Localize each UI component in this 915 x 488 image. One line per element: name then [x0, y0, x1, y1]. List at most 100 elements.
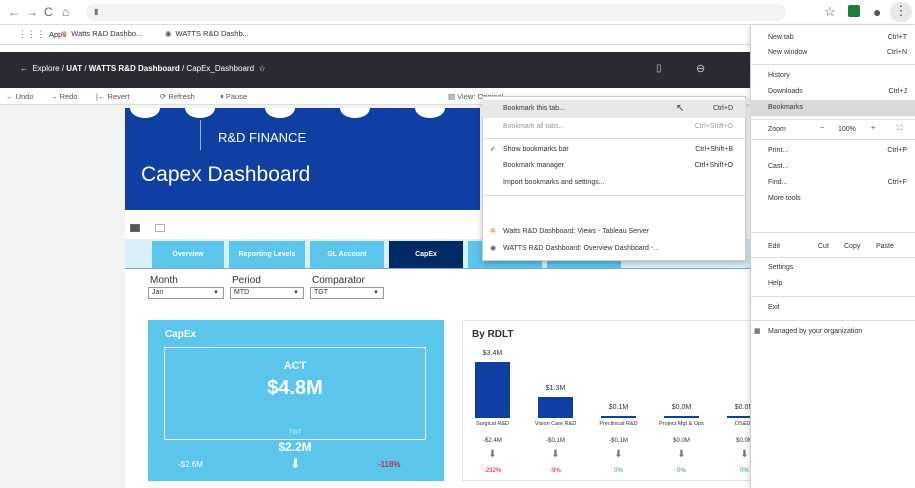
bookmark-label: Watts R&D Dashbo... [71, 29, 143, 38]
bookmark-link-item[interactable]: ✲ Watts R&D Dashboard: Views - Tableau S… [482, 223, 746, 241]
tab-overview[interactable]: Overview [152, 241, 224, 268]
menu-item-label: Bookmarks [768, 104, 804, 111]
tableau-icon: ✲ [490, 228, 496, 235]
menu-item-shortcut: Ctrl+Shift+B [695, 146, 733, 153]
menu-item-label: Print... [768, 147, 789, 154]
rdlt-bar[interactable] [601, 416, 636, 418]
pause-label: Pause [225, 92, 248, 101]
import-bookmarks-item[interactable]: Import bookmarks and settings... [482, 174, 746, 192]
comparator-filter-label: Comparator [312, 275, 365, 286]
menu-item-label: More tools [768, 195, 801, 202]
rdlt-bar-value-label: $0.0M [671, 404, 692, 411]
revert-button[interactable]: |← Revert [96, 92, 130, 101]
zoom-in-button[interactable]: + [871, 125, 875, 132]
tgt-value: $2.2M [278, 440, 312, 454]
period-filter-select[interactable]: MTD ▼ [230, 287, 304, 299]
breadcrumb-dashboard[interactable]: WATTS R&D Dashboard [89, 64, 180, 73]
menu-item-label: Bookmark all tabs... [503, 123, 565, 130]
rdlt-variance-percent: 0% [614, 468, 623, 474]
rdlt-bar[interactable] [538, 396, 573, 418]
banner-decoration [265, 108, 295, 118]
variance-value: -$2.6M [178, 460, 203, 469]
header-banner [125, 108, 480, 210]
menu-settings[interactable]: Settings [750, 260, 915, 276]
favorite-star-icon[interactable]: ☆ [258, 64, 265, 73]
menu-item-label: Help [768, 280, 783, 287]
device-icon[interactable]: ▯ [656, 63, 662, 74]
home-button[interactable]: ⌂ [62, 4, 69, 20]
redo-button[interactable]: → Redo [50, 92, 78, 101]
bookmark-link-item[interactable]: ◉ WATTS R&D Dashboard: Overview Dashboar… [482, 240, 746, 258]
refresh-label: Refresh [168, 92, 195, 101]
back-arrow-icon[interactable]: ← [20, 64, 28, 73]
star-icon[interactable]: ☆ [824, 3, 836, 21]
revert-label: Revert [107, 92, 130, 101]
back-button[interactable]: ← [8, 4, 20, 20]
tab-reporting-levels[interactable]: Reporting Levels [229, 241, 305, 268]
menu-item-shortcut: Ctrl+J [888, 88, 907, 95]
menu-new-tab[interactable]: New tab Ctrl+T [750, 30, 915, 46]
checkmark-icon: ✓ [490, 146, 496, 153]
menu-history[interactable]: History [750, 68, 915, 84]
apps-bookmark[interactable]: ⋮⋮⋮ Apps [18, 29, 66, 40]
menu-separator [750, 139, 915, 140]
menu-item-label: Managed by your organization [768, 328, 863, 335]
fullscreen-icon[interactable]: ⛶ [897, 125, 902, 133]
refresh-button[interactable]: ⟳ Refresh [160, 92, 195, 101]
forward-button[interactable]: → [26, 4, 38, 20]
desktop-layout-icon[interactable] [130, 224, 140, 232]
menu-item-shortcut: Ctrl+F [887, 179, 907, 186]
bookmark-all-tabs-item[interactable]: Bookmark all tabs... Ctrl+Shift+D [482, 118, 746, 136]
menu-help[interactable]: Help [750, 276, 915, 292]
rdlt-bar[interactable] [475, 362, 510, 418]
paste-button[interactable]: Paste [876, 243, 894, 250]
menu-managed[interactable]: ▦ Managed by your organization [750, 324, 915, 340]
tablet-layout-icon[interactable] [155, 224, 165, 232]
down-arrow-icon: ⬇ [290, 456, 301, 471]
zoom-out-button[interactable]: − [820, 125, 824, 132]
menu-print[interactable]: Print... Ctrl+P [750, 143, 915, 159]
breadcrumb-uat[interactable]: UAT [66, 64, 82, 73]
cut-button[interactable]: Cut [818, 243, 829, 250]
pause-button[interactable]: ⏸ Pause [220, 92, 247, 102]
act-label: ACT [283, 360, 307, 372]
month-filter-select[interactable]: Jan ▼ [148, 287, 224, 299]
extension-icon[interactable] [848, 5, 860, 17]
menu-item-label: Exit [768, 304, 780, 311]
comparator-filter-value: TGT [314, 289, 328, 296]
menu-cast[interactable]: Cast... [750, 159, 915, 175]
reload-button[interactable]: C [44, 4, 53, 20]
menu-item-label: Import bookmarks and settings... [503, 179, 605, 186]
menu-new-window[interactable]: New window Ctrl+N [750, 45, 915, 61]
menu-find[interactable]: Find... Ctrl+F [750, 175, 915, 191]
tab-gl-account[interactable]: GL Account [310, 241, 384, 268]
tab-capex[interactable]: CapEx [389, 241, 463, 268]
undo-button[interactable]: ← Undo [6, 92, 34, 101]
profile-icon[interactable]: ● [873, 3, 881, 21]
menu-item-label: Bookmark this tab... [503, 105, 565, 112]
banner-decoration [185, 108, 215, 118]
copy-button[interactable]: Copy [844, 243, 860, 250]
menu-bookmarks[interactable]: Bookmarks [750, 100, 915, 116]
notification-icon[interactable]: ⊖ [696, 62, 705, 75]
breadcrumb-explore[interactable]: Explore [32, 64, 59, 73]
menu-zoom-row: Zoom − 100% + ⛶ [750, 122, 915, 138]
menu-separator [750, 64, 915, 65]
bookmark-item[interactable]: ✲ Watts R&D Dashbo... [61, 29, 142, 38]
comparator-filter-select[interactable]: TGT ▼ [310, 287, 384, 299]
chrome-menu-button[interactable]: ⋮ [890, 2, 912, 22]
menu-separator [482, 138, 746, 139]
menu-more-tools[interactable]: More tools [750, 191, 915, 207]
bookmark-this-tab-item[interactable]: Bookmark this tab... Ctrl+D [482, 100, 746, 118]
rdlt-chart-title: By RDLT [472, 329, 514, 340]
rdlt-bar[interactable] [664, 416, 699, 418]
menu-item-label: Watts R&D Dashboard: Views - Tableau Ser… [503, 228, 650, 235]
menu-downloads[interactable]: Downloads Ctrl+J [750, 84, 915, 100]
bookmark-manager-item[interactable]: Bookmark manager Ctrl+Shift+O [482, 157, 746, 175]
menu-item-label: Downloads [768, 88, 803, 95]
bookmark-item[interactable]: ◉ WATTS R&D Dashb... [165, 29, 249, 38]
menu-exit[interactable]: Exit [750, 300, 915, 316]
rdlt-variance-percent: -9% [550, 468, 561, 474]
address-bar[interactable]: ▮ [86, 4, 786, 21]
menu-separator [482, 195, 746, 196]
